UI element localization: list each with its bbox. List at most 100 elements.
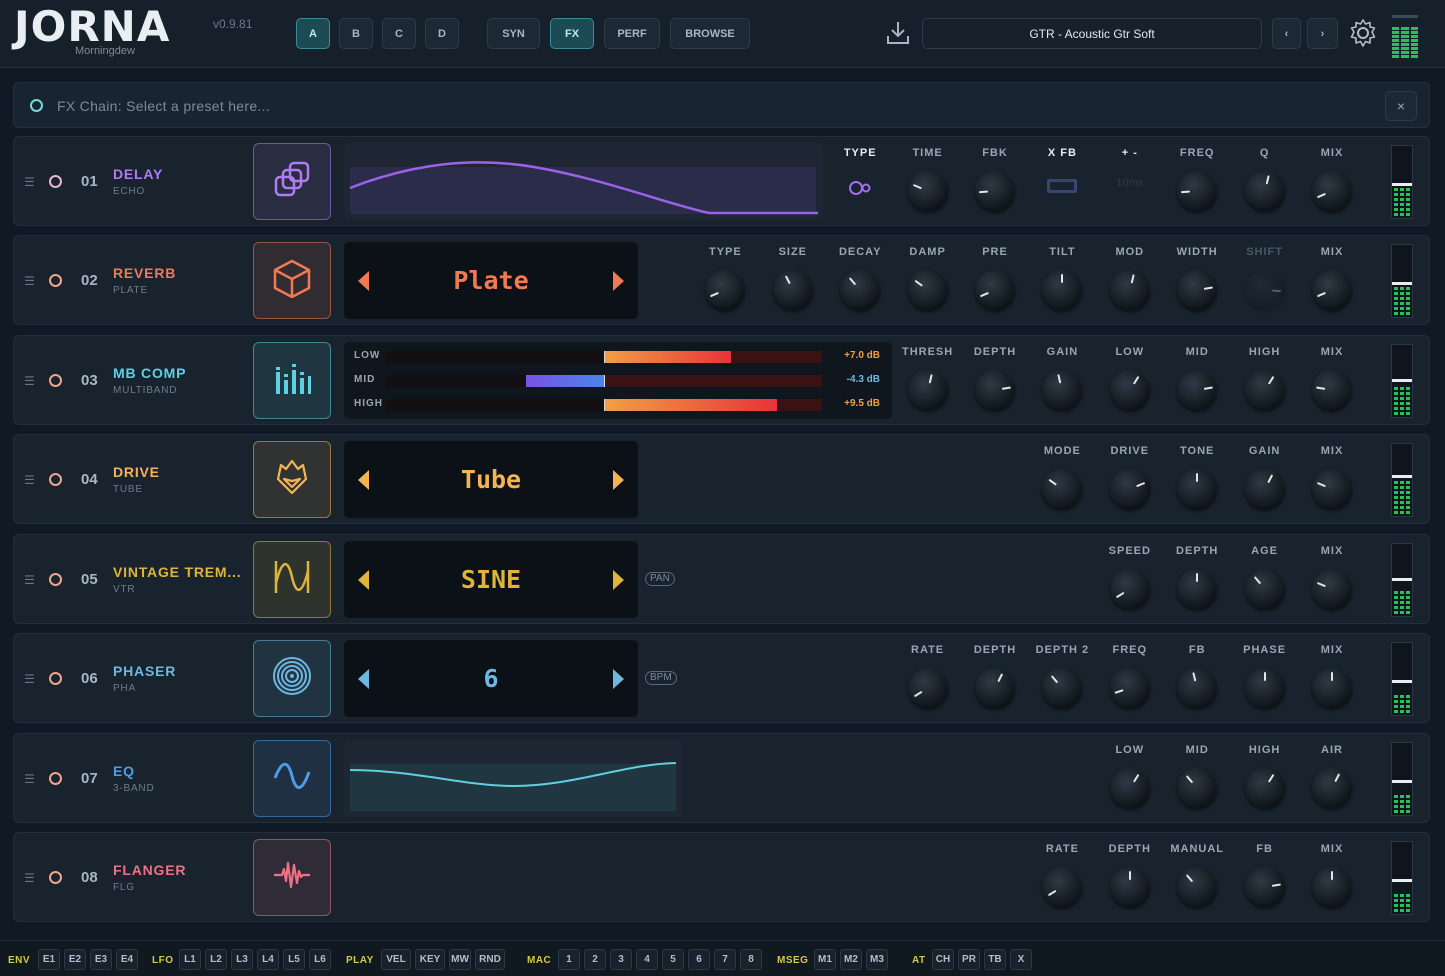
param-knob[interactable] [975,270,1015,310]
view-tab-fx[interactable]: FX [550,18,594,49]
ping-pong-icon[interactable] [845,175,875,199]
mod-source-chip[interactable]: KEY [415,949,445,970]
param-knob[interactable] [1109,270,1150,310]
mod-source-chip[interactable]: 6 [688,949,710,970]
mode-selector-display[interactable]: 6 [344,640,638,717]
param-knob[interactable] [1042,668,1083,708]
param-knob[interactable] [1312,370,1352,410]
effect-icon-button[interactable] [253,740,331,817]
mod-source-chip[interactable]: 2 [584,949,606,970]
slot-power-toggle[interactable] [49,871,62,884]
param-knob[interactable] [907,668,948,708]
slot-power-toggle[interactable] [49,374,62,387]
param-knob[interactable] [1244,867,1285,907]
mod-source-chip[interactable]: L1 [179,949,201,970]
slot-effect-name[interactable]: EQ [113,763,135,779]
fx-chain-preset-selector[interactable]: FX Chain: Select a preset here... × [13,82,1430,128]
mod-source-chip[interactable]: E3 [90,949,112,970]
param-knob[interactable] [840,270,881,310]
param-knob[interactable] [1244,469,1285,509]
prev-preset-button[interactable]: ‹ [1272,18,1301,49]
param-knob[interactable] [1312,469,1352,509]
mod-source-chip[interactable]: L3 [231,949,253,970]
sync-mode-badge[interactable]: BPM [645,671,677,685]
mod-source-chip[interactable]: E2 [64,949,86,970]
drag-handle-icon[interactable]: ☰ [24,672,35,686]
param-knob[interactable] [1312,768,1352,808]
param-knob[interactable] [1244,171,1285,211]
drag-handle-icon[interactable]: ☰ [24,473,35,487]
mod-source-chip[interactable]: L2 [205,949,227,970]
slot-effect-name[interactable]: DRIVE [113,464,160,480]
param-knob[interactable] [772,270,813,310]
effect-icon-button[interactable] [253,242,331,319]
slot-effect-name[interactable]: MB COMP [113,365,186,381]
param-knob[interactable] [1042,270,1083,310]
mode-selector-display[interactable]: SINE [344,541,638,618]
mod-source-chip[interactable]: 8 [740,949,762,970]
param-knob[interactable] [1177,370,1218,410]
param-knob[interactable] [975,370,1015,410]
effect-icon-button[interactable] [253,342,331,419]
slot-effect-name[interactable]: REVERB [113,265,176,281]
mod-source-chip[interactable]: M3 [866,949,888,970]
param-knob[interactable] [1109,768,1150,808]
param-knob[interactable] [1042,370,1083,410]
sync-mode-badge[interactable]: PAN [645,572,675,586]
view-tab-browse[interactable]: BROWSE [670,18,750,49]
param-knob[interactable] [1244,768,1285,808]
param-knob[interactable] [1177,768,1218,808]
param-knob[interactable] [1109,867,1150,907]
effect-icon-button[interactable] [253,541,331,618]
slot-button-d[interactable]: D [425,18,459,49]
param-knob[interactable] [1177,569,1218,609]
slot-button-c[interactable]: C [382,18,416,49]
mod-source-chip[interactable]: RND [475,949,505,970]
mod-source-chip[interactable]: PR [958,949,980,970]
param-knob[interactable] [1109,370,1150,410]
mod-source-chip[interactable]: M2 [840,949,862,970]
param-knob[interactable] [705,270,746,310]
param-knob[interactable] [1244,370,1285,410]
param-knob[interactable] [1312,569,1352,609]
drag-handle-icon[interactable]: ☰ [24,175,35,189]
param-knob[interactable] [907,171,948,211]
view-tab-syn[interactable]: SYN [487,18,540,49]
drag-handle-icon[interactable]: ☰ [24,374,35,388]
mod-source-chip[interactable]: L6 [309,949,331,970]
param-knob[interactable] [1177,668,1218,708]
param-knob[interactable] [975,171,1015,211]
mod-source-chip[interactable]: M1 [814,949,836,970]
param-knob[interactable] [1244,569,1285,609]
mode-selector-display[interactable]: Tube [344,441,638,518]
download-button[interactable] [884,18,912,48]
mod-source-chip[interactable]: 4 [636,949,658,970]
mod-source-chip[interactable]: L5 [283,949,305,970]
mode-selector-display[interactable]: Plate [344,242,638,319]
mod-source-chip[interactable]: VEL [381,949,411,970]
param-knob[interactable] [1109,668,1150,708]
slot-button-a[interactable]: A [296,18,330,49]
param-knob[interactable] [1312,668,1352,708]
param-knob[interactable] [1312,171,1352,211]
view-tab-perf[interactable]: PERF [604,18,660,49]
drag-handle-icon[interactable]: ☰ [24,573,35,587]
param-knob[interactable] [1109,469,1150,509]
mod-source-chip[interactable]: 3 [610,949,632,970]
param-knob[interactable] [1042,469,1083,509]
param-knob[interactable] [1177,171,1218,211]
slot-effect-name[interactable]: VINTAGE TREM... [113,564,241,580]
fx-chain-clear-button[interactable]: × [1385,91,1417,121]
drag-handle-icon[interactable]: ☰ [24,274,35,288]
param-knob[interactable] [1042,867,1083,907]
drag-handle-icon[interactable]: ☰ [24,871,35,885]
slot-effect-name[interactable]: FLANGER [113,862,186,878]
param-knob[interactable] [1312,270,1352,310]
mod-source-chip[interactable]: 7 [714,949,736,970]
param-knob[interactable] [1244,270,1285,310]
param-knob[interactable] [1109,569,1150,609]
effect-icon-button[interactable] [253,640,331,717]
param-knob[interactable] [1177,270,1218,310]
slot-power-toggle[interactable] [49,573,62,586]
mod-source-chip[interactable]: CH [932,949,954,970]
